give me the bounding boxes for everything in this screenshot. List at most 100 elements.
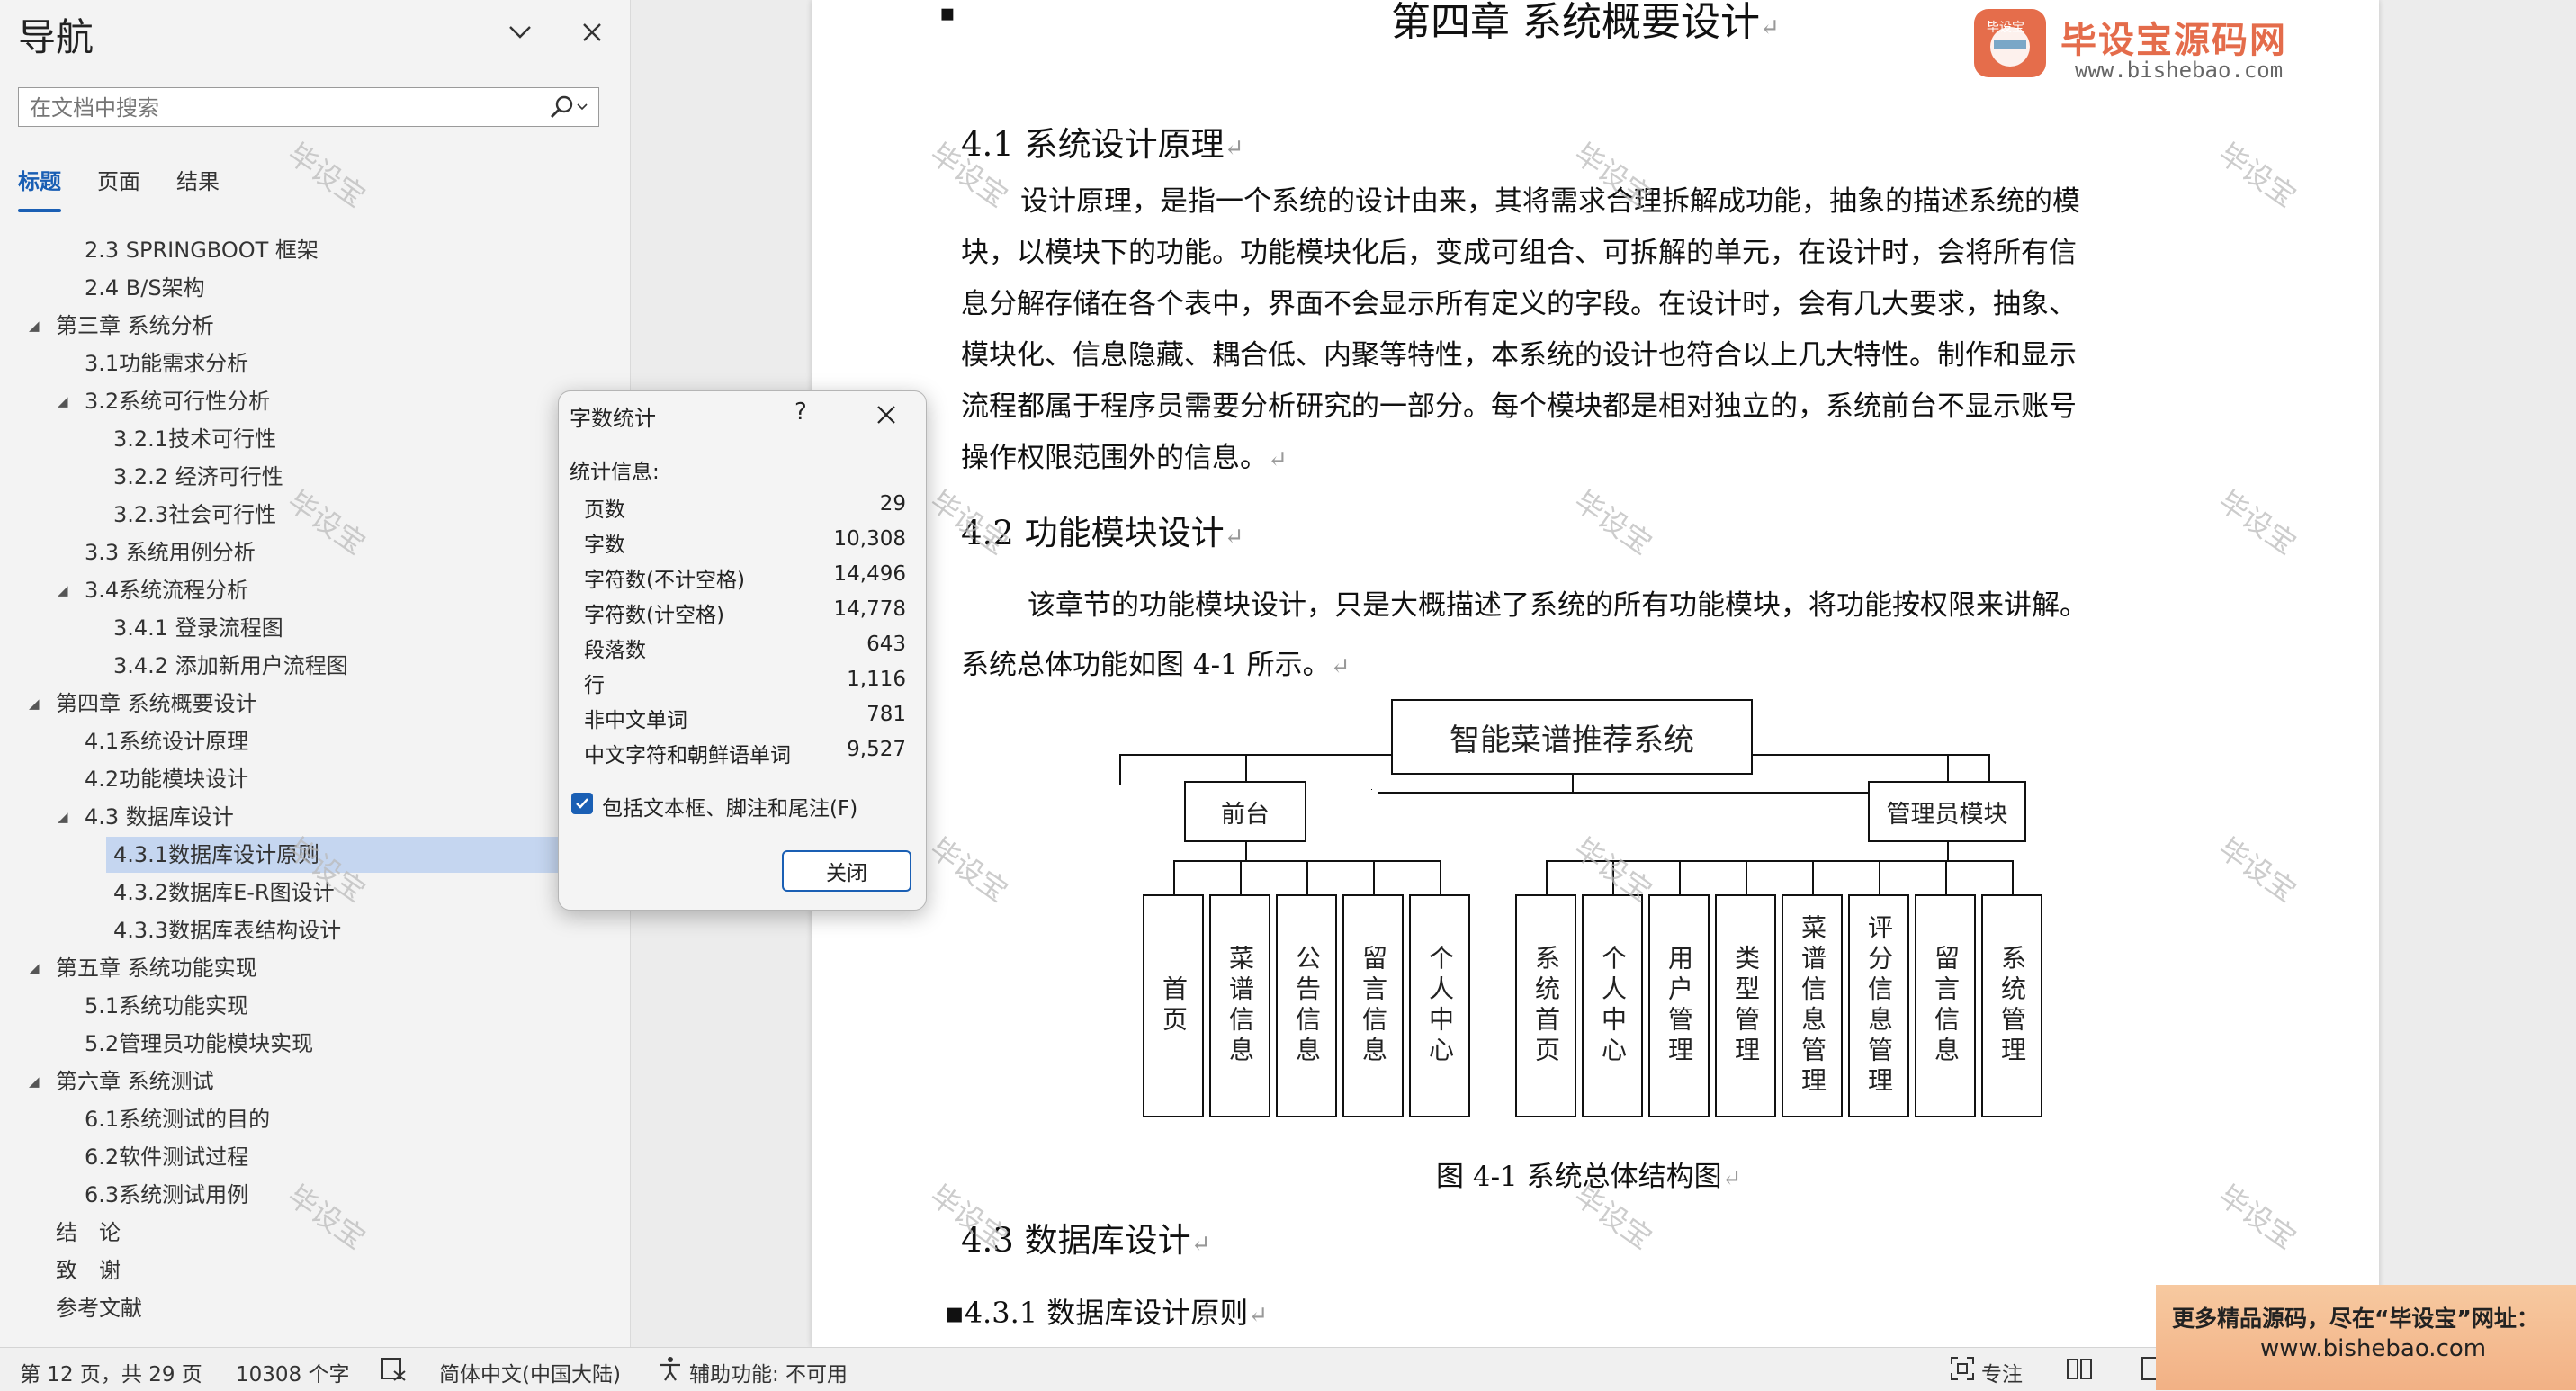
dialog-title: 字数统计 <box>570 406 656 431</box>
heading-item[interactable]: 5.2管理员功能模块实现 <box>85 1026 313 1062</box>
heading-item[interactable]: 3.2.1技术可行性 <box>113 421 276 457</box>
heading-item-label: 3.4系统流程分析 <box>85 578 249 603</box>
stat-label: 行 <box>584 674 605 697</box>
connector-line <box>1378 792 1871 794</box>
heading-item[interactable]: 6.1系统测试的目的 <box>85 1101 270 1137</box>
watermark: 毕设宝 <box>2212 830 2303 909</box>
heading-item[interactable]: 4.3.1数据库设计原则 <box>106 837 630 873</box>
expand-triangle-icon[interactable]: ◢ <box>29 686 40 722</box>
accessibility-icon[interactable] <box>657 1355 684 1387</box>
close-icon[interactable] <box>572 13 612 52</box>
checkmark-icon <box>576 798 588 809</box>
include-textboxes-checkbox[interactable] <box>571 793 593 814</box>
heading-item[interactable]: 2.3 SPRINGBOOT 框架 <box>85 232 319 268</box>
promo-banner[interactable]: 更多精品源码，尽在“毕设宝”网址： www.bishebao.com <box>2156 1285 2576 1390</box>
heading-item[interactable]: 3.3 系统用例分析 <box>85 534 256 570</box>
nav-tabs: 标题 页面 结果 <box>18 164 220 212</box>
paragraph-mark: ↵ <box>1224 135 1244 162</box>
heading-item[interactable]: 6.3系统测试用例 <box>85 1177 248 1213</box>
connector-line <box>1812 860 1814 894</box>
expand-triangle-icon[interactable]: ◢ <box>29 308 40 344</box>
heading-item[interactable]: 致 谢 <box>56 1252 121 1288</box>
word-count[interactable]: 10308 个字 <box>236 1357 349 1387</box>
connector-line <box>1679 860 1681 894</box>
nav-search-box[interactable] <box>18 87 599 127</box>
close-button[interactable]: 关闭 <box>782 850 911 892</box>
heading-item[interactable]: 6.2软件测试过程 <box>85 1139 248 1175</box>
logo-url: www.bishebao.com <box>2075 58 2284 83</box>
connector-line <box>1371 789 1372 790</box>
paragraph-line: 设计原理，是指一个系统的设计由来，其将需求合理拆解成功能，抽象的描述系统的模 <box>1020 185 2080 218</box>
tab-results[interactable]: 结果 <box>176 164 220 200</box>
expand-triangle-icon[interactable]: ◢ <box>58 383 68 419</box>
accessibility-status[interactable]: 辅助功能: 不可用 <box>689 1357 848 1387</box>
heading-item[interactable]: 4.3.2数据库E-R图设计 <box>113 875 335 911</box>
diagram-leaf-box: 类型管理 <box>1715 894 1776 1117</box>
document-page[interactable]: 毕设宝 毕设宝源码网 www.bishebao.com ▪ 第四章 系统概要设计… <box>812 0 2379 1347</box>
heading-item[interactable]: 4.2功能模块设计 <box>85 761 248 797</box>
page-count[interactable]: 第 12 页，共 29 页 <box>20 1357 202 1387</box>
watermark: 毕设宝 <box>2212 483 2303 561</box>
paragraph-line: 块，以模块下的功能。功能模块化后，变成可组合、可拆解的单元，在设计时，会将所有信 <box>961 237 2077 269</box>
expand-triangle-icon[interactable]: ◢ <box>58 572 68 608</box>
heading-item-label: 第六章 系统测试 <box>56 1069 214 1094</box>
expand-triangle-icon[interactable]: ◢ <box>58 799 68 835</box>
focus-mode[interactable]: 专注 <box>1981 1357 2023 1387</box>
stat-label: 段落数 <box>584 639 646 662</box>
diagram-leaf-box: 个人中心 <box>1409 894 1470 1117</box>
heading-item[interactable]: 2.4 B/S架构 <box>85 270 205 306</box>
expand-triangle-icon[interactable]: ◢ <box>29 1063 40 1099</box>
stats-section-label: 统计信息: <box>570 461 660 484</box>
heading-item-label: 3.1功能需求分析 <box>85 351 249 376</box>
tab-pages[interactable]: 页面 <box>97 164 140 200</box>
promo-url[interactable]: www.bishebao.com <box>2260 1335 2486 1362</box>
heading-item[interactable]: ◢ 第五章 系统功能实现 <box>29 950 257 986</box>
heading-item[interactable]: ◢ 第四章 系统概要设计 <box>29 686 257 722</box>
heading-item[interactable]: 4.3.3数据库表结构设计 <box>113 912 341 948</box>
proofing-icon[interactable] <box>380 1355 407 1387</box>
diagram-leaf-box: 留言信息 <box>1342 894 1404 1117</box>
watermark: 毕设宝 <box>1567 483 1659 561</box>
heading-item[interactable]: 3.2.2 经济可行性 <box>113 459 283 495</box>
stat-value: 9,527 <box>847 738 906 761</box>
heading-item[interactable]: ◢ 第三章 系统分析 <box>29 308 214 344</box>
heading-item[interactable]: ◢ 4.3 数据库设计 <box>58 799 234 835</box>
heading-item[interactable]: 3.2.3社会可行性 <box>113 497 276 533</box>
heading-item[interactable]: 结 论 <box>56 1215 121 1251</box>
heading-item[interactable]: 3.4.1 登录流程图 <box>113 610 283 646</box>
heading-item[interactable]: 3.1功能需求分析 <box>85 346 248 381</box>
connector-line <box>1440 860 1441 894</box>
stat-label: 字符数(不计空格) <box>584 569 745 592</box>
paragraph-mark: ↵ <box>1224 524 1244 551</box>
diagram-leaf-box: 系统首页 <box>1515 894 1576 1117</box>
stat-row: 字数 10,308 <box>584 527 906 561</box>
search-icon[interactable] <box>546 93 589 121</box>
connector-line <box>1173 860 1175 894</box>
heading-4-1: 4.1 系统设计原理↵ <box>961 125 1244 164</box>
language[interactable]: 简体中文(中国大陆) <box>439 1357 621 1387</box>
connector-line <box>1240 860 1242 894</box>
heading-item[interactable]: 参考文献 <box>56 1290 142 1326</box>
chevron-down-icon[interactable] <box>500 13 540 52</box>
heading-item[interactable]: 5.1系统功能实现 <box>85 988 248 1024</box>
help-button[interactable]: ? <box>794 399 807 426</box>
focus-icon[interactable] <box>1949 1355 1976 1387</box>
heading-item[interactable]: ◢ 3.4系统流程分析 <box>58 572 249 608</box>
checkbox-label[interactable]: 包括文本框、脚注和尾注(F) <box>602 791 857 821</box>
heading-item[interactable]: ◢ 3.2系统可行性分析 <box>58 383 270 419</box>
watermark: 毕设宝 <box>2212 1178 2303 1256</box>
heading-item[interactable]: 3.4.2 添加新用户流程图 <box>113 648 348 684</box>
heading-item-label: 3.4.2 添加新用户流程图 <box>113 653 348 678</box>
dialog-close-icon[interactable] <box>868 397 904 433</box>
tab-headings[interactable]: 标题 <box>18 164 61 212</box>
stat-label: 字符数(计空格) <box>584 604 724 627</box>
search-input[interactable] <box>28 92 535 124</box>
heading-item-label: 第四章 系统概要设计 <box>56 691 257 716</box>
heading-item-label: 致 谢 <box>56 1258 121 1283</box>
promo-text: 更多精品源码，尽在“毕设宝”网址： <box>2172 1306 2539 1332</box>
heading-item[interactable]: ◢ 第六章 系统测试 <box>29 1063 214 1099</box>
diagram-leaf-box: 菜谱信息管理 <box>1782 894 1843 1117</box>
heading-item[interactable]: 4.1系统设计原理 <box>85 723 248 759</box>
expand-triangle-icon[interactable]: ◢ <box>29 950 40 986</box>
read-mode-icon[interactable] <box>2066 1355 2093 1387</box>
